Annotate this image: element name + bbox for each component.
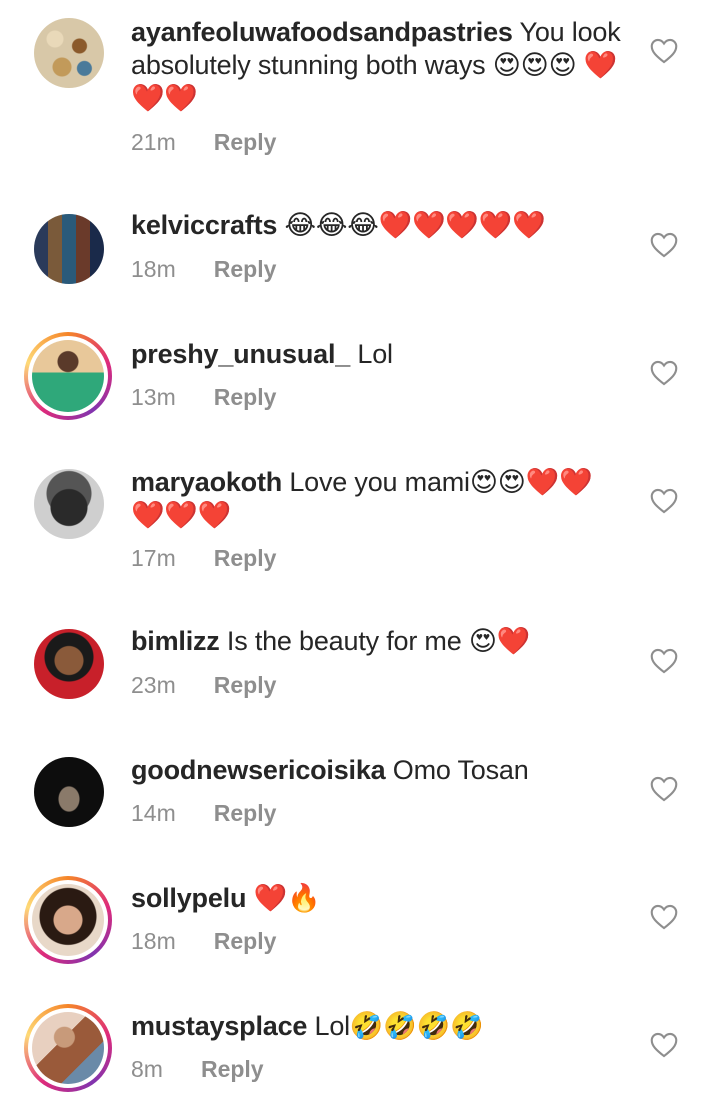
avatar-story-ring[interactable] [24,1004,112,1092]
comment-time: 14m [131,800,176,826]
comment-meta: 14m Reply [131,800,276,827]
comment-username[interactable]: sollypelu [131,883,246,913]
avatar-story-ring[interactable] [24,876,112,964]
reply-button[interactable]: Reply [214,672,277,698]
reply-button[interactable]: Reply [214,800,277,826]
reply-button[interactable]: Reply [201,1056,264,1082]
comment-username[interactable]: maryaokoth [131,467,282,497]
avatar-image [32,340,104,412]
comment-username[interactable]: bimlizz [131,626,220,656]
comment-meta: 13m Reply [131,384,276,411]
heart-outline-icon[interactable] [650,38,678,64]
reply-button[interactable]: Reply [214,545,277,571]
avatar-image [34,629,104,699]
avatar-story-ring[interactable] [24,332,112,420]
heart-outline-icon[interactable] [650,232,678,258]
avatar-image [34,469,104,539]
heart-outline-icon[interactable] [650,360,678,386]
heart-outline-icon[interactable] [650,776,678,802]
avatar-image [34,18,104,88]
comment-text: goodnewsericoisika Omo Tosan [131,754,631,787]
heart-outline-icon[interactable] [650,904,678,930]
comment-meta: 18m Reply [131,256,276,283]
comment-text: preshy_unusual_ Lol [131,338,631,371]
reply-button[interactable]: Reply [214,129,277,155]
comment-text: sollypelu ❤️🔥 [131,882,631,915]
comment-time: 21m [131,129,176,155]
comment-text: mustaysplace Lol🤣🤣🤣🤣 [131,1010,631,1043]
avatar[interactable] [34,214,104,284]
comment-time: 13m [131,384,176,410]
comment-time: 23m [131,672,176,698]
avatar-image [32,1012,104,1084]
comment-meta: 8m Reply [131,1056,264,1083]
reply-button[interactable]: Reply [214,384,277,410]
comment-username[interactable]: goodnewsericoisika [131,755,386,785]
avatar[interactable] [34,18,104,88]
heart-outline-icon[interactable] [650,648,678,674]
comment-time: 18m [131,928,176,954]
reply-button[interactable]: Reply [214,928,277,954]
comment-meta: 23m Reply [131,672,276,699]
comment-body: ❤️🔥 [246,883,321,913]
comment-time: 17m [131,545,176,571]
comment-username[interactable]: preshy_unusual_ [131,339,350,369]
comment-meta: 21m Reply [131,129,276,156]
heart-outline-icon[interactable] [650,1032,678,1058]
comment-text: kelviccrafts 😂😂😂❤️❤️❤️❤️❤️ [131,209,631,242]
comment-text: bimlizz Is the beauty for me 😍❤️ [131,625,631,658]
comment-text: maryaokoth Love you mami😍😍❤️❤️ ❤️❤️❤️ [131,466,631,532]
comment-body: Is the beauty for me 😍❤️ [219,626,531,656]
avatar[interactable] [34,757,104,827]
comment-body: Lol🤣🤣🤣🤣 [307,1011,484,1041]
comment-time: 18m [131,256,176,282]
comment-meta: 18m Reply [131,928,276,955]
avatar[interactable] [34,629,104,699]
comment-meta: 17m Reply [131,545,276,572]
comment-body: 😂😂😂❤️❤️❤️❤️❤️ [277,210,546,240]
comment-username[interactable]: ayanfeoluwafoodsandpastries [131,17,513,47]
avatar-image [34,757,104,827]
comment-time: 8m [131,1056,163,1082]
comment-text: ayanfeoluwafoodsandpastries You look abs… [131,16,631,115]
reply-button[interactable]: Reply [214,256,277,282]
comment-body: Omo Tosan [385,755,529,785]
avatar-image [34,214,104,284]
comment-username[interactable]: mustaysplace [131,1011,307,1041]
comment-username[interactable]: kelviccrafts [131,210,277,240]
avatar[interactable] [34,469,104,539]
comment-body: Lol [350,339,393,369]
heart-outline-icon[interactable] [650,488,678,514]
avatar-image [32,884,104,956]
